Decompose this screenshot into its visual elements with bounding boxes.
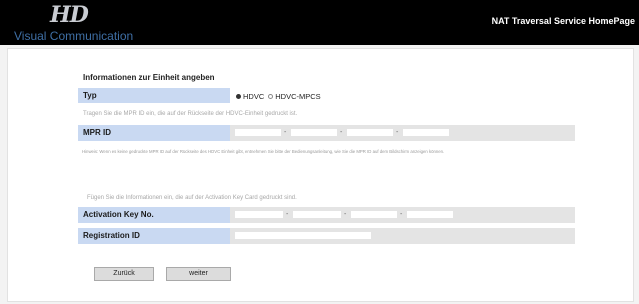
mpr-id-separator-3: - — [396, 129, 399, 136]
content-panel — [7, 48, 634, 302]
activation-hint: Fügen Sie die Informationen ein, die auf… — [87, 195, 297, 201]
back-button[interactable]: Zurück — [94, 267, 154, 281]
mpr-id-input-2[interactable] — [291, 129, 337, 136]
logo-subtitle: Visual Communication — [14, 29, 134, 43]
activation-key-input-3[interactable] — [351, 211, 397, 218]
radio-hdvc-mpcs-label: HDVC-MPCS — [275, 92, 321, 101]
mpr-note: Hinweis: Wenn es keine gedruckte MPR ID … — [82, 149, 445, 154]
section-title: Informationen zur Einheit angeben — [83, 73, 215, 82]
mpr-id-input-4[interactable] — [403, 129, 449, 136]
registration-id-label: Registration ID — [78, 228, 230, 244]
activation-key-separator-1: - — [286, 211, 289, 218]
radio-hdvc[interactable] — [236, 94, 241, 99]
type-label: Typ — [78, 88, 230, 103]
activation-key-input-2[interactable] — [293, 211, 341, 218]
registration-id-input[interactable] — [235, 232, 371, 239]
logo-mark: HD — [50, 2, 89, 28]
mpr-id-separator-2: - — [340, 129, 343, 136]
activation-key-input-4[interactable] — [407, 211, 453, 218]
next-button[interactable]: weiter — [166, 267, 231, 281]
mpr-id-separator-1: - — [284, 129, 287, 136]
mpr-hint: Tragen Sie die MPR ID ein, die auf der R… — [83, 111, 298, 117]
homepage-link[interactable]: NAT Traversal Service HomePage — [492, 16, 635, 26]
radio-hdvc-label: HDVC — [243, 92, 265, 101]
mpr-id-label: MPR ID — [78, 125, 230, 141]
radio-hdvc-mpcs[interactable] — [268, 94, 274, 99]
activation-key-label: Activation Key No. — [78, 207, 230, 223]
mpr-id-input-1[interactable] — [235, 129, 281, 136]
top-header: HD Visual Communication NAT Traversal Se… — [0, 0, 639, 45]
activation-key-separator-2: - — [344, 211, 347, 218]
activation-key-separator-3: - — [400, 211, 403, 218]
activation-key-input-1[interactable] — [235, 211, 283, 218]
type-radio-group: HDVC HDVC-MPCS — [236, 92, 325, 101]
mpr-id-input-3[interactable] — [347, 129, 393, 136]
